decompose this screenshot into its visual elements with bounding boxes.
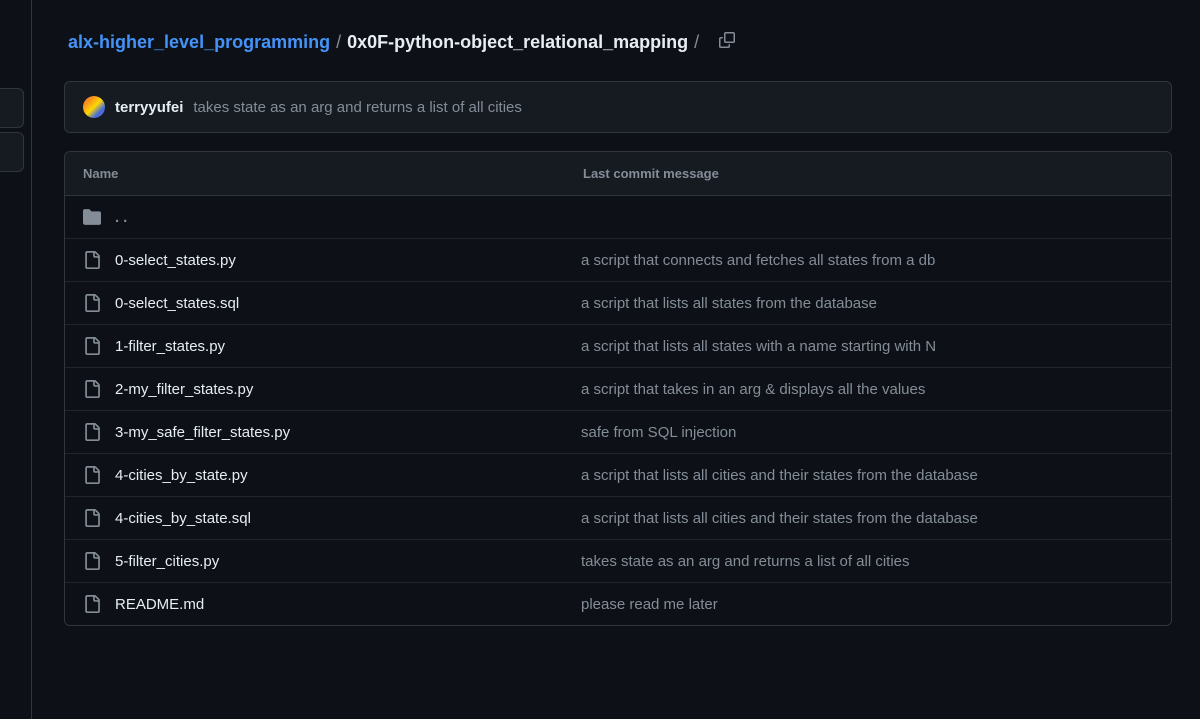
latest-commit-box: terryyufei takes state as an arg and ret… [64, 81, 1172, 133]
breadcrumb-separator: / [336, 32, 341, 53]
table-row: 4-cities_by_state.sqla script that lists… [65, 497, 1171, 540]
table-row: 5-filter_cities.pytakes state as an arg … [65, 540, 1171, 583]
file-commit-message[interactable]: takes state as an arg and returns a list… [581, 553, 1153, 570]
breadcrumb-repo-link[interactable]: alx-higher_level_programming [68, 32, 330, 53]
file-commit-message[interactable]: please read me later [581, 596, 1153, 613]
file-commit-message[interactable]: safe from SQL injection [581, 424, 1153, 441]
commit-message[interactable]: takes state as an arg and returns a list… [193, 99, 522, 116]
commit-author[interactable]: terryyufei [115, 99, 183, 116]
table-row: 0-select_states.pya script that connects… [65, 239, 1171, 282]
file-name-link[interactable]: 4-cities_by_state.sql [115, 510, 581, 527]
file-commit-message[interactable]: a script that takes in an arg & displays… [581, 381, 1153, 398]
file-icon [83, 251, 101, 269]
file-name-link[interactable]: 5-filter_cities.py [115, 553, 581, 570]
copy-path-button[interactable] [715, 28, 739, 57]
file-icon [83, 509, 101, 527]
column-header-message: Last commit message [583, 166, 1153, 181]
breadcrumb: alx-higher_level_programming / 0x0F-pyth… [64, 28, 1200, 57]
folder-icon [83, 208, 101, 226]
parent-dir-link[interactable]: .. [115, 209, 131, 226]
file-commit-message[interactable]: a script that connects and fetches all s… [581, 252, 1153, 269]
table-row: 2-my_filter_states.pya script that takes… [65, 368, 1171, 411]
file-commit-message[interactable]: a script that lists all states with a na… [581, 338, 1153, 355]
file-name-link[interactable]: 0-select_states.py [115, 252, 581, 269]
table-row: README.mdplease read me later [65, 583, 1171, 625]
file-icon [83, 380, 101, 398]
file-name-link[interactable]: 4-cities_by_state.py [115, 467, 581, 484]
file-table: Name Last commit message .. 0-select_sta… [64, 151, 1172, 626]
avatar[interactable] [83, 96, 105, 118]
sidebar-collapsed-tab[interactable] [0, 88, 24, 128]
file-commit-message[interactable]: a script that lists all cities and their… [581, 467, 1153, 484]
parent-directory-row[interactable]: .. [65, 196, 1171, 239]
file-icon [83, 552, 101, 570]
file-name-link[interactable]: 0-select_states.sql [115, 295, 581, 312]
file-icon [83, 337, 101, 355]
table-row: 0-select_states.sqla script that lists a… [65, 282, 1171, 325]
file-commit-message[interactable]: a script that lists all cities and their… [581, 510, 1153, 527]
table-row: 1-filter_states.pya script that lists al… [65, 325, 1171, 368]
table-row: 4-cities_by_state.pya script that lists … [65, 454, 1171, 497]
breadcrumb-trailing-sep: / [694, 32, 699, 53]
file-icon [83, 595, 101, 613]
file-icon [83, 466, 101, 484]
file-name-link[interactable]: 3-my_safe_filter_states.py [115, 424, 581, 441]
main-content: alx-higher_level_programming / 0x0F-pyth… [64, 0, 1200, 626]
table-header: Name Last commit message [65, 152, 1171, 196]
breadcrumb-current: 0x0F-python-object_relational_mapping [347, 32, 688, 53]
file-icon [83, 423, 101, 441]
file-name-link[interactable]: README.md [115, 596, 581, 613]
column-header-name: Name [83, 166, 583, 181]
file-name-link[interactable]: 1-filter_states.py [115, 338, 581, 355]
file-name-link[interactable]: 2-my_filter_states.py [115, 381, 581, 398]
copy-icon [719, 32, 735, 53]
table-row: 3-my_safe_filter_states.pysafe from SQL … [65, 411, 1171, 454]
sidebar-sliver [0, 0, 32, 719]
file-commit-message[interactable]: a script that lists all states from the … [581, 295, 1153, 312]
sidebar-collapsed-tab[interactable] [0, 132, 24, 172]
file-icon [83, 294, 101, 312]
